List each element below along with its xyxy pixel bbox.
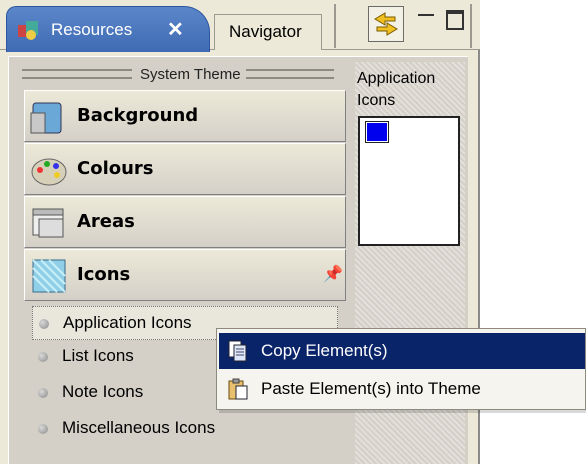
tab-label: Resources (51, 20, 133, 39)
section-label: Icons (77, 264, 131, 285)
maximize-icon[interactable] (446, 10, 464, 30)
section-label: Background (77, 105, 199, 126)
section-icons[interactable]: Icons 📌 (24, 249, 346, 301)
palette-icon (31, 158, 67, 186)
bullet-icon (38, 424, 48, 434)
theme-title: System Theme (140, 66, 241, 83)
tab-resources[interactable]: Resources ✕ (6, 6, 210, 52)
menu-item-label: Paste Element(s) into Theme (261, 379, 481, 398)
resources-icon (18, 21, 38, 40)
list-item-label: Note Icons (62, 382, 144, 401)
pin-icon[interactable]: 📌 (323, 264, 343, 284)
icon-preview[interactable] (358, 116, 460, 246)
section-areas[interactable]: Areas (24, 196, 346, 248)
section-label: Areas (77, 211, 135, 232)
copy-icon (228, 340, 247, 362)
menu-item-copy-elements[interactable]: Copy Element(s) (219, 333, 585, 369)
bullet-icon (38, 352, 48, 362)
header-rule (246, 69, 334, 79)
section-colours[interactable]: Colours (24, 143, 346, 195)
link-with-editor-button[interactable] (368, 6, 404, 42)
section-background[interactable]: Background (24, 90, 346, 142)
list-item-label: Miscellaneous Icons (62, 418, 216, 437)
list-item-label: List Icons (62, 346, 134, 365)
menu-item-label: Copy Element(s) (261, 341, 388, 360)
tab-navigator[interactable]: Navigator (214, 14, 322, 50)
list-item-miscellaneous-icons[interactable]: Miscellaneous Icons (32, 412, 338, 446)
icons-icon (32, 259, 66, 293)
areas-icon (32, 208, 64, 238)
header-rule (22, 69, 132, 79)
sync-arrows-icon (374, 12, 398, 36)
list-item-label: Application Icons (63, 313, 192, 332)
tab-label: Navigator (229, 22, 302, 41)
preview-title: Application Icons (357, 70, 436, 109)
context-menu: Copy Element(s) Paste Element(s) into Th… (216, 328, 586, 410)
minimize-icon[interactable] (418, 14, 434, 18)
divider (334, 4, 336, 48)
background-icon (30, 102, 62, 134)
paste-icon (228, 378, 248, 400)
divider (470, 4, 472, 48)
application-icon-swatch[interactable] (365, 121, 389, 143)
close-icon[interactable]: ✕ (167, 17, 184, 42)
theme-header: System Theme (20, 66, 336, 86)
bullet-icon (39, 319, 49, 329)
section-label: Colours (77, 158, 154, 179)
menu-item-paste-elements[interactable]: Paste Element(s) into Theme (219, 371, 585, 407)
bullet-icon (38, 388, 48, 398)
tab-bar: Resources ✕ Navigator (0, 0, 480, 52)
